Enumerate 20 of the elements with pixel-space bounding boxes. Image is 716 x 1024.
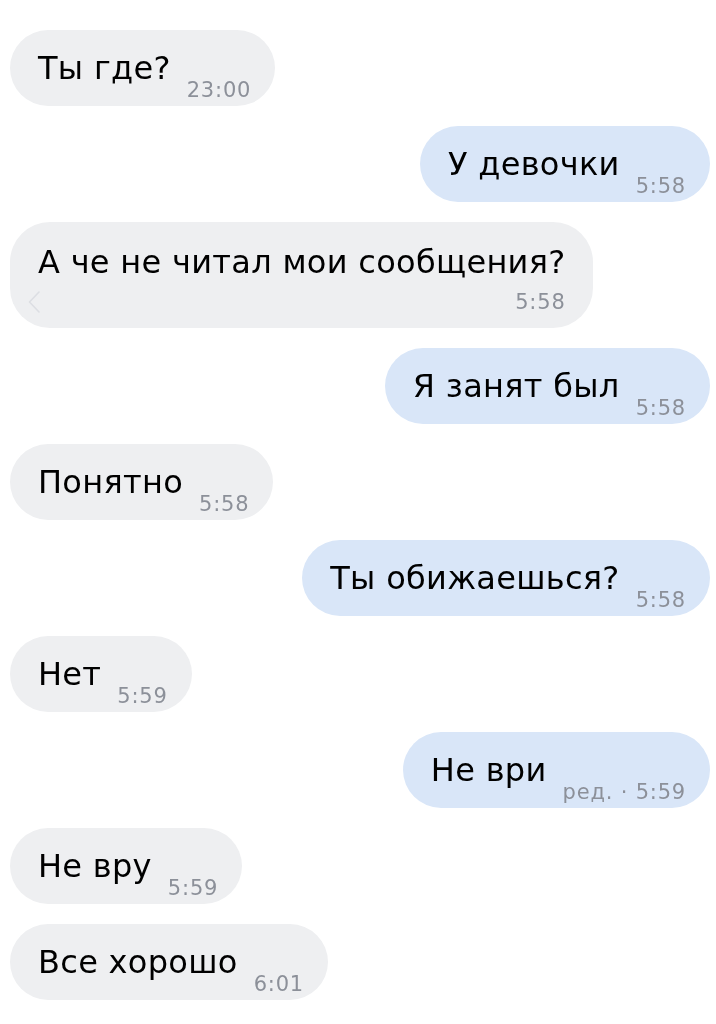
- message-time: 5:58: [635, 588, 686, 612]
- message-time: 5:59: [167, 876, 219, 900]
- message-text: Понятно: [38, 464, 184, 500]
- message-text: У девочки: [448, 146, 620, 182]
- message-text: Ты где?: [38, 50, 171, 86]
- message-text: А че не читал мои сообщения?: [38, 244, 566, 280]
- message-time: 23:00: [186, 78, 252, 102]
- message-time: ред. · 5:59: [562, 780, 686, 804]
- message-time: 5:58: [515, 290, 566, 314]
- message-time: 5:58: [199, 492, 250, 516]
- message-text: Ты обижаешься?: [330, 560, 620, 596]
- message-text: Не ври: [430, 752, 547, 788]
- message-text: Я занят был: [412, 368, 620, 404]
- message-text: Нет: [38, 656, 102, 692]
- message-text: Все хорошо: [38, 944, 238, 980]
- message-time: 6:01: [253, 972, 305, 996]
- message-time: 5:59: [117, 684, 168, 708]
- message-text: Не вру: [38, 848, 152, 884]
- message-time: 5:58: [635, 396, 686, 420]
- message-time: 5:58: [635, 174, 686, 198]
